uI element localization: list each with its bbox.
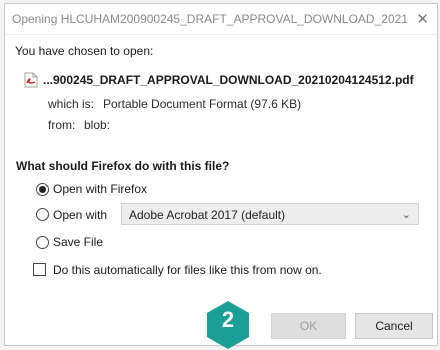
pdf-file-icon — [24, 72, 38, 88]
application-select-value: Adobe Acrobat 2017 (default) — [129, 208, 286, 222]
intro-text: You have chosen to open: — [15, 44, 154, 58]
file-name: ...900245_DRAFT_APPROVAL_DOWNLOAD_202102… — [43, 73, 414, 87]
from-value: blob: — [84, 118, 111, 132]
radio-save-file[interactable] — [36, 236, 49, 249]
which-is-value: Portable Document Format (97.6 KB) — [103, 97, 302, 111]
dialog-titlebar: Opening HLCUHAM200900245_DRAFT_APPROVAL_… — [5, 4, 437, 35]
chevron-down-icon: ⌄ — [401, 209, 411, 221]
which-is-label: which is: — [48, 97, 95, 111]
radio-open-with-firefox[interactable] — [36, 183, 49, 196]
dialog-title: Opening HLCUHAM200900245_DRAFT_APPROVAL_… — [12, 12, 407, 26]
radio-open-with[interactable] — [36, 208, 49, 221]
auto-action-label[interactable]: Do this automatically for files like thi… — [53, 263, 322, 277]
application-select[interactable]: Adobe Acrobat 2017 (default) ⌄ — [121, 203, 419, 225]
option-open-with-label[interactable]: Open with — [53, 208, 107, 222]
cancel-button[interactable]: Cancel — [355, 313, 433, 339]
option-save-file-label[interactable]: Save File — [53, 235, 103, 249]
step-badge-number: 2 — [221, 307, 235, 332]
question-heading: What should Firefox do with this file? — [16, 159, 230, 173]
auto-action-checkbox[interactable] — [33, 263, 46, 276]
option-open-with-firefox-label[interactable]: Open with Firefox — [53, 182, 147, 196]
ok-button[interactable]: OK — [271, 313, 346, 339]
from-label: from: — [48, 118, 76, 132]
close-icon[interactable]: ✕ — [416, 10, 429, 28]
